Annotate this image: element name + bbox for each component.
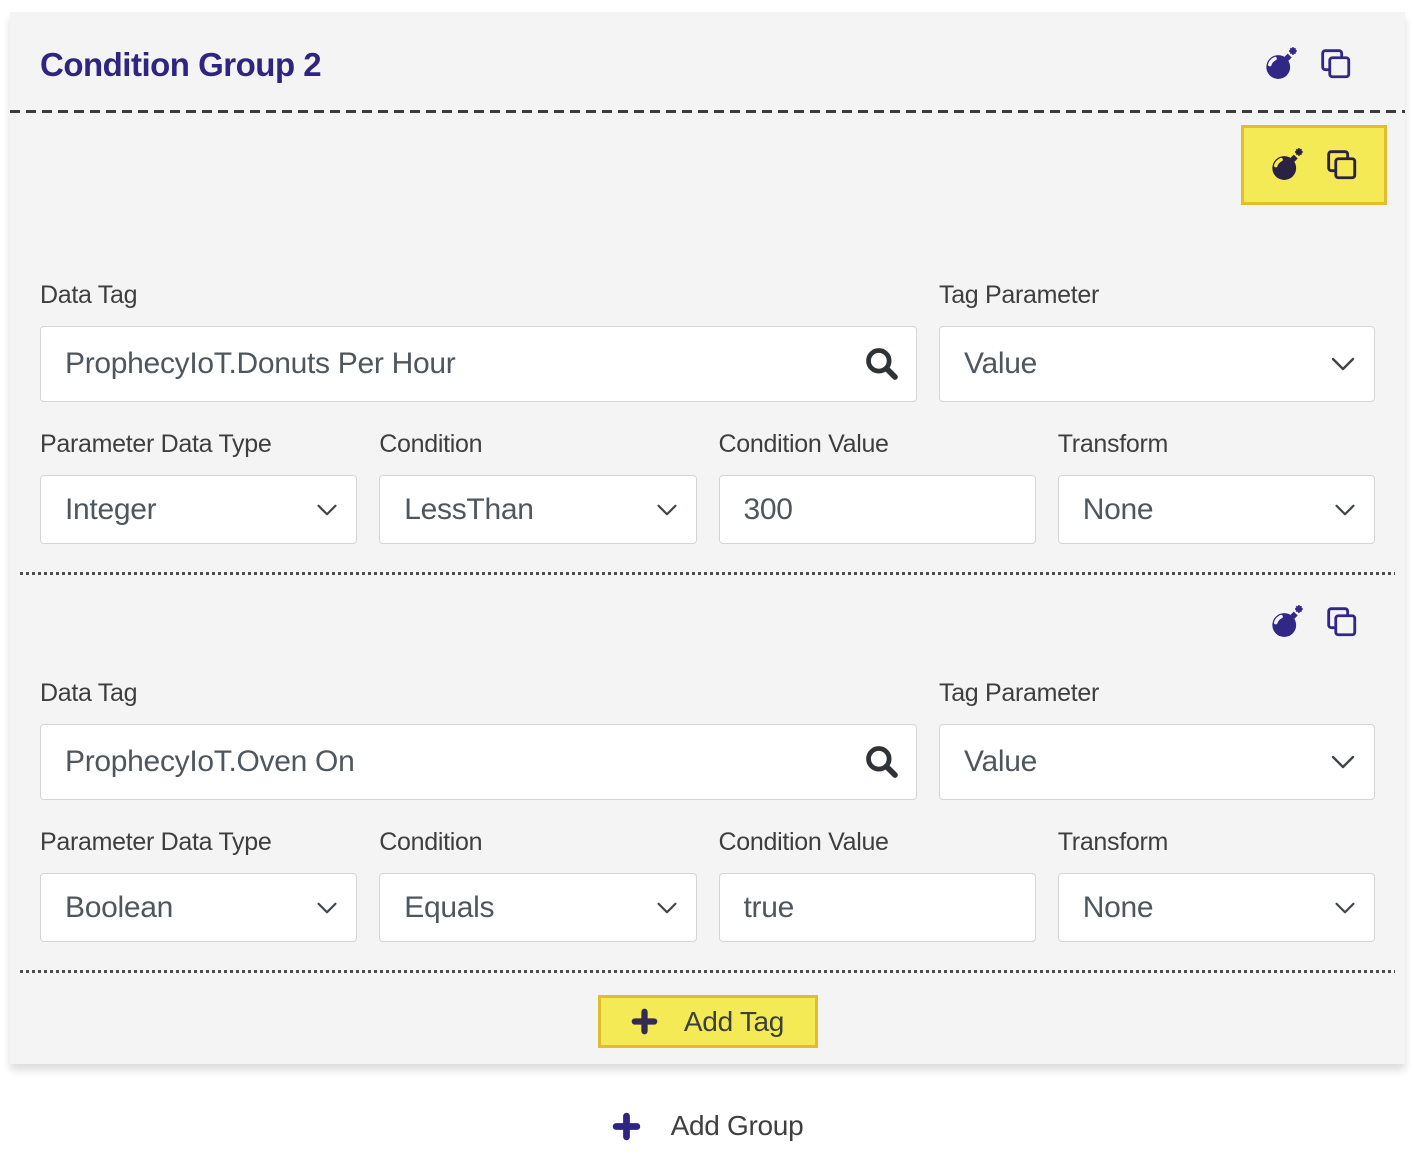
parameter-data-type-field-group: Parameter Data Type Integer xyxy=(40,430,357,544)
chevron-down-icon xyxy=(656,503,678,517)
plus-icon xyxy=(612,1112,641,1141)
delete-tag-bomb-icon[interactable] xyxy=(1269,604,1305,640)
tag-2-actions-box xyxy=(1241,599,1387,645)
copy-tag-icon[interactable] xyxy=(1325,148,1359,182)
condition-select[interactable]: Equals xyxy=(379,873,696,942)
plus-icon xyxy=(631,1008,658,1035)
delete-tag-bomb-icon[interactable] xyxy=(1269,147,1305,183)
transform-field-group: Transform None xyxy=(1058,828,1375,942)
condition-value-label: Condition Value xyxy=(719,430,1036,459)
condition-group-header: Condition Group 2 xyxy=(10,12,1405,110)
tag-1-actions-highlight xyxy=(1241,125,1387,205)
transform-value: None xyxy=(1083,493,1154,527)
condition-operator-value: Equals xyxy=(404,891,494,925)
parameter-data-type-select[interactable]: Boolean xyxy=(40,873,357,942)
condition-label: Condition xyxy=(379,430,696,459)
data-tag-label: Data Tag xyxy=(40,281,917,310)
chevron-down-icon xyxy=(1330,356,1356,372)
tag-parameter-field-group: Tag Parameter Value xyxy=(939,679,1375,800)
condition-value-input[interactable] xyxy=(719,475,1036,544)
chevron-down-icon xyxy=(1334,901,1356,915)
transform-select[interactable]: None xyxy=(1058,475,1375,544)
condition-value-input[interactable] xyxy=(719,873,1036,942)
condition-field-group: Condition Equals xyxy=(379,828,696,942)
chevron-down-icon xyxy=(656,901,678,915)
tag-parameter-field-group: Tag Parameter Value xyxy=(939,281,1375,402)
group-actions xyxy=(1263,46,1353,82)
transform-label: Transform xyxy=(1058,828,1375,857)
tag-row-2: Data Tag Tag Parameter Value xyxy=(10,575,1405,942)
parameter-data-type-value: Integer xyxy=(65,493,156,527)
transform-value: None xyxy=(1083,891,1154,925)
condition-operator-value: LessThan xyxy=(404,493,533,527)
condition-label: Condition xyxy=(379,828,696,857)
copy-group-icon[interactable] xyxy=(1319,47,1353,81)
add-tag-label: Add Tag xyxy=(684,1006,784,1038)
tag-parameter-value: Value xyxy=(964,347,1037,381)
tag-divider xyxy=(20,970,1395,973)
chevron-down-icon xyxy=(316,901,338,915)
add-group-button[interactable]: Add Group xyxy=(612,1110,804,1152)
data-tag-input[interactable] xyxy=(40,326,917,402)
transform-field-group: Transform None xyxy=(1058,430,1375,544)
condition-value-field-group: Condition Value xyxy=(719,430,1036,544)
chevron-down-icon xyxy=(1334,503,1356,517)
delete-group-bomb-icon[interactable] xyxy=(1263,46,1299,82)
parameter-data-type-value: Boolean xyxy=(65,891,173,925)
tag-2-actions xyxy=(40,575,1375,645)
condition-value-label: Condition Value xyxy=(719,828,1036,857)
copy-tag-icon[interactable] xyxy=(1325,605,1359,639)
parameter-data-type-label: Parameter Data Type xyxy=(40,430,357,459)
tag-parameter-label: Tag Parameter xyxy=(939,281,1375,310)
tag-parameter-select[interactable]: Value xyxy=(939,326,1375,402)
data-tag-input[interactable] xyxy=(40,724,917,800)
data-tag-field-group: Data Tag xyxy=(40,281,917,402)
chevron-down-icon xyxy=(1330,754,1356,770)
add-group-label: Add Group xyxy=(671,1110,804,1142)
data-tag-field-group: Data Tag xyxy=(40,679,917,800)
parameter-data-type-select[interactable]: Integer xyxy=(40,475,357,544)
tag-row-1: Data Tag Tag Parameter Value xyxy=(10,113,1405,544)
search-icon[interactable] xyxy=(863,743,901,781)
condition-group-card: Condition Group 2 xyxy=(10,12,1405,1064)
data-tag-label: Data Tag xyxy=(40,679,917,708)
search-icon[interactable] xyxy=(863,345,901,383)
transform-label: Transform xyxy=(1058,430,1375,459)
condition-field-group: Condition LessThan xyxy=(379,430,696,544)
condition-select[interactable]: LessThan xyxy=(379,475,696,544)
tag-1-actions xyxy=(40,113,1375,205)
add-tag-button[interactable]: Add Tag xyxy=(598,995,818,1048)
tag-parameter-label: Tag Parameter xyxy=(939,679,1375,708)
condition-group-title: Condition Group 2 xyxy=(40,46,321,84)
transform-select[interactable]: None xyxy=(1058,873,1375,942)
chevron-down-icon xyxy=(316,503,338,517)
parameter-data-type-label: Parameter Data Type xyxy=(40,828,357,857)
tag-parameter-select[interactable]: Value xyxy=(939,724,1375,800)
condition-value-field-group: Condition Value xyxy=(719,828,1036,942)
parameter-data-type-field-group: Parameter Data Type Boolean xyxy=(40,828,357,942)
tag-parameter-value: Value xyxy=(964,745,1037,779)
